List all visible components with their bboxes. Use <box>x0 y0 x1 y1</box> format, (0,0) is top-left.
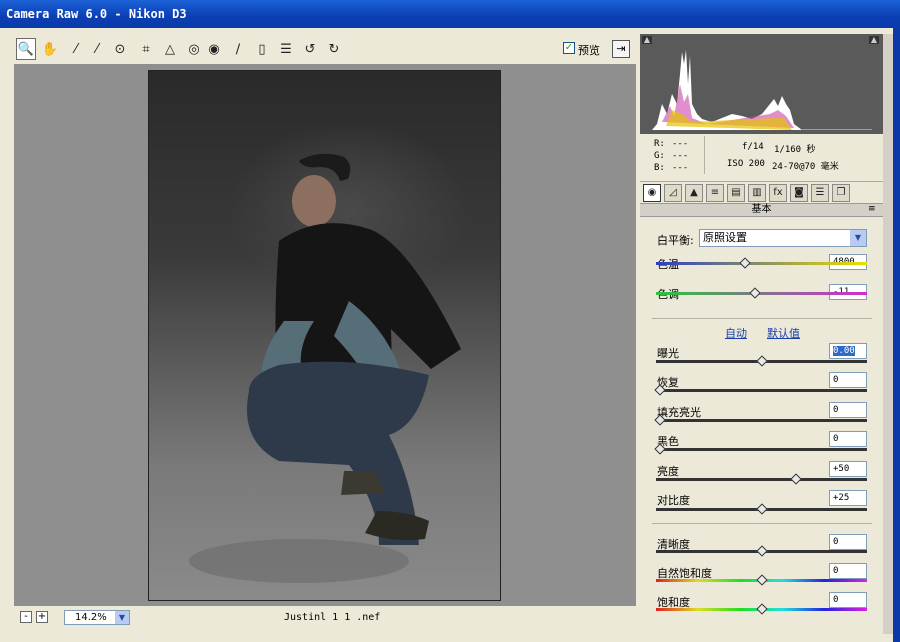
recovery-input[interactable]: 0 <box>829 372 867 388</box>
zoom-in-button[interactable]: + <box>36 611 48 623</box>
exposure-input[interactable]: 0.00 <box>829 343 867 359</box>
window-title-bar: Camera Raw 6.0 - Nikon D3 <box>0 0 900 28</box>
rotate-right-icon[interactable]: ↻ <box>324 38 344 60</box>
readout-divider <box>704 136 705 174</box>
b-label: B: <box>654 163 665 173</box>
preview-checkbox[interactable]: ✓ <box>563 42 575 54</box>
panel-title: 基本 <box>640 203 883 217</box>
tab-snapshots-icon[interactable]: ❐ <box>832 184 850 202</box>
fullscreen-toggle-button[interactable]: ⇥ <box>612 40 630 58</box>
zoom-level-select[interactable]: 14.2% ▼ <box>64 610 130 625</box>
window-border <box>893 28 900 642</box>
crop-tool-icon[interactable]: ⌗ <box>136 38 156 60</box>
panel-menu-icon[interactable]: ≡ <box>868 204 876 214</box>
chevron-down-icon: ▼ <box>850 230 866 246</box>
spot-removal-tool-icon[interactable]: ◎ <box>184 38 204 60</box>
auto-link[interactable]: 自动 <box>725 325 747 341</box>
lens-value: 24-70@70 毫米 <box>772 162 839 172</box>
tab-split-toning-icon[interactable]: ▤ <box>727 184 745 202</box>
toolbar: 🔍 ✋ ⁄ ⁄ ⊙ ⌗ △ ◎ ◉ ∕ ▯ ☰ ↺ ↻ <box>14 38 636 62</box>
chevron-down-icon: ▼ <box>115 611 129 624</box>
red-eye-tool-icon[interactable]: ◉ <box>204 38 224 60</box>
subject-silhouette <box>189 153 461 583</box>
tab-lens-corrections-icon[interactable]: ▥ <box>748 184 766 202</box>
tab-camera-calibration-icon[interactable]: ◙ <box>790 184 808 202</box>
panel-scroll-edge <box>883 34 893 634</box>
tab-presets-icon[interactable]: ☰ <box>811 184 829 202</box>
window-title: Camera Raw 6.0 - Nikon D3 <box>6 7 187 21</box>
targeted-adjustment-tool-icon[interactable]: ⊙ <box>110 38 130 60</box>
histogram-readout: R: --- G: --- B: --- f/14 1/160 秒 ISO 20… <box>640 134 883 180</box>
clarity-input[interactable]: 0 <box>829 534 867 550</box>
g-value: --- <box>672 151 689 161</box>
temperature-slider[interactable] <box>656 262 867 265</box>
default-link[interactable]: 默认值 <box>767 325 800 341</box>
brightness-slider[interactable] <box>656 478 867 481</box>
graduated-filter-icon[interactable]: ▯ <box>252 38 272 60</box>
fill-light-input[interactable]: 0 <box>829 402 867 418</box>
iso-value: ISO 200 <box>727 159 765 169</box>
blacks-input[interactable]: 0 <box>829 431 867 447</box>
adjustment-brush-icon[interactable]: ∕ <box>228 38 248 60</box>
panel-tabs: ◉ ◿ ▲ ≡ ▤ ▥ fx ◙ ☰ ❐ <box>640 181 883 203</box>
preview-label[interactable]: 预览 <box>578 42 600 58</box>
rotate-left-icon[interactable]: ↺ <box>300 38 320 60</box>
white-balance-label: 白平衡: <box>657 234 694 247</box>
white-balance-select[interactable]: 原照设置 ▼ <box>699 229 867 247</box>
shutter-value: 1/160 秒 <box>774 145 816 155</box>
vibrance-input[interactable]: 0 <box>829 563 867 579</box>
contrast-label: 对比度 <box>657 494 690 507</box>
exposure-label: 曝光 <box>657 347 679 360</box>
brightness-label: 亮度 <box>657 465 679 478</box>
zoom-tool-icon[interactable]: 🔍 <box>16 38 36 60</box>
r-label: R: <box>654 139 665 149</box>
divider <box>652 318 872 319</box>
preferences-icon[interactable]: ☰ <box>276 38 296 60</box>
tab-basic-icon[interactable]: ◉ <box>643 184 661 202</box>
tab-detail-icon[interactable]: ▲ <box>685 184 703 202</box>
brightness-input[interactable]: +50 <box>829 461 867 477</box>
white-balance-value: 原照设置 <box>703 231 747 244</box>
aperture-value: f/14 <box>742 142 764 152</box>
shadow-clipping-warning-icon[interactable]: ▲ <box>642 36 652 44</box>
white-balance-tool-icon[interactable]: ⁄ <box>66 38 86 60</box>
tab-tone-curve-icon[interactable]: ◿ <box>664 184 682 202</box>
hand-tool-icon[interactable]: ✋ <box>40 38 60 60</box>
filename-label: Justinl 1 1 .nef <box>284 612 381 623</box>
color-sampler-tool-icon[interactable]: ⁄ <box>87 38 107 60</box>
photo-preview[interactable] <box>148 70 501 601</box>
b-value: --- <box>672 163 689 173</box>
r-value: --- <box>672 139 689 149</box>
blacks-slider[interactable] <box>656 448 867 451</box>
zoom-out-button[interactable]: - <box>20 611 32 623</box>
histogram-graph <box>652 50 872 130</box>
straighten-tool-icon[interactable]: △ <box>160 38 180 60</box>
highlight-clipping-warning-icon[interactable]: ▲ <box>869 36 879 44</box>
fill-light-slider[interactable] <box>656 419 867 422</box>
g-label: G: <box>654 151 665 161</box>
saturation-input[interactable]: 0 <box>829 592 867 608</box>
recovery-slider[interactable] <box>656 389 867 392</box>
histogram: ▲ ▲ <box>640 34 883 134</box>
tab-hsl-icon[interactable]: ≡ <box>706 184 724 202</box>
tint-slider[interactable] <box>656 292 867 295</box>
contrast-input[interactable]: +25 <box>829 490 867 506</box>
tab-effects-icon[interactable]: fx <box>769 184 787 202</box>
zoom-level-value: 14.2% <box>75 612 107 623</box>
status-bar: - + 14.2% ▼ Justinl 1 1 .nef <box>14 607 636 631</box>
divider <box>652 523 872 524</box>
